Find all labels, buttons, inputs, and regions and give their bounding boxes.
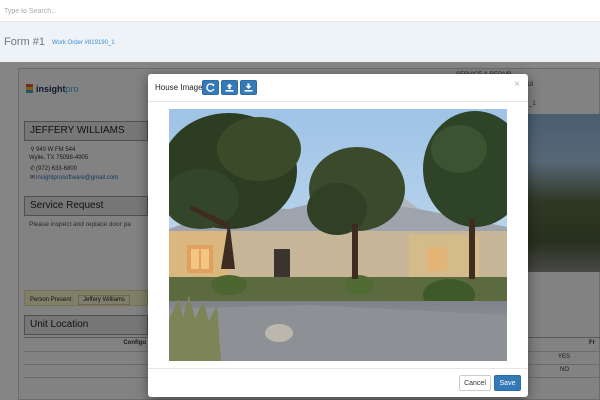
cancel-button[interactable]: Cancel bbox=[459, 375, 491, 391]
house-image-modal: House Image × Cancel Save bbox=[148, 74, 528, 397]
save-button[interactable]: Save bbox=[494, 375, 521, 391]
upload-icon bbox=[225, 83, 234, 92]
refresh-icon bbox=[206, 83, 215, 92]
download-icon bbox=[244, 83, 253, 92]
top-search-bar bbox=[0, 0, 600, 22]
search-input[interactable] bbox=[4, 3, 404, 19]
modal-title: House Image bbox=[155, 83, 203, 92]
modal-header: House Image × bbox=[148, 74, 528, 102]
upload-image-button[interactable] bbox=[221, 80, 238, 95]
close-icon[interactable]: × bbox=[514, 79, 520, 90]
house-photo-image bbox=[169, 109, 507, 361]
refresh-image-button[interactable] bbox=[202, 80, 219, 95]
work-order-link[interactable]: Work Order #819190_1 bbox=[52, 40, 115, 46]
download-image-button[interactable] bbox=[240, 80, 257, 95]
page-title: Form #1 bbox=[4, 36, 45, 48]
house-photo[interactable] bbox=[169, 109, 507, 361]
